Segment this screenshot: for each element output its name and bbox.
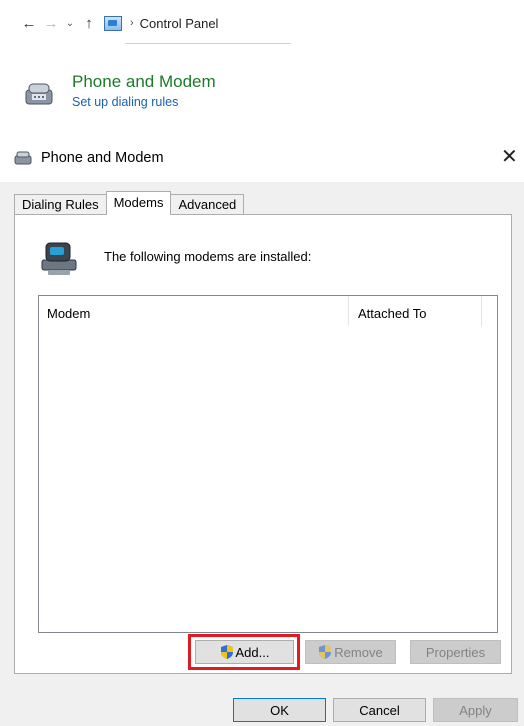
- column-divider[interactable]: [481, 296, 482, 326]
- phone-modem-icon: [25, 83, 53, 105]
- recent-locations-chevron-icon[interactable]: ⌄: [62, 18, 78, 29]
- forward-arrow-icon[interactable]: →: [40, 15, 62, 32]
- cp-item-title[interactable]: Phone and Modem: [72, 72, 216, 92]
- control-panel-icon: [104, 15, 122, 31]
- dialog-title: Phone and Modem: [41, 150, 164, 166]
- address-bar-underline: [125, 43, 291, 44]
- tab-strip: Dialing Rules Modems Advanced: [14, 191, 245, 215]
- cancel-button[interactable]: Cancel: [333, 698, 426, 722]
- column-header-attached-to[interactable]: Attached To: [358, 306, 426, 321]
- modem-icon: [41, 242, 77, 275]
- list-header: Modem Attached To: [39, 296, 497, 327]
- breadcrumb-control-panel[interactable]: Control Panel: [140, 16, 219, 31]
- apply-button[interactable]: Apply: [433, 698, 518, 722]
- installed-modems-label: The following modems are installed:: [104, 249, 312, 264]
- breadcrumb-separator-icon[interactable]: ›: [130, 17, 134, 29]
- address-bar: ← → ⌄ ↑ › Control Panel: [18, 12, 219, 34]
- uac-shield-icon: [319, 645, 332, 659]
- tab-advanced[interactable]: Advanced: [170, 194, 245, 215]
- column-header-modem[interactable]: Modem: [47, 306, 90, 321]
- tab-dialing-rules[interactable]: Dialing Rules: [14, 194, 107, 215]
- back-arrow-icon[interactable]: ←: [18, 15, 40, 32]
- set-up-dialing-rules-link[interactable]: Set up dialing rules: [72, 94, 216, 110]
- remove-button[interactable]: Remove: [305, 640, 396, 664]
- close-icon[interactable]: ✕: [501, 147, 518, 167]
- phone-and-modem-item[interactable]: Phone and Modem Set up dialing rules: [22, 72, 216, 110]
- properties-button[interactable]: Properties: [410, 640, 501, 664]
- add-button-highlight: [188, 634, 300, 670]
- phone-modem-small-icon: [14, 151, 32, 165]
- up-arrow-icon[interactable]: ↑: [78, 15, 100, 32]
- dialog-title-bar: Phone and Modem: [14, 150, 164, 166]
- modem-list[interactable]: Modem Attached To: [38, 295, 498, 633]
- tab-modems[interactable]: Modems: [105, 191, 172, 215]
- column-divider[interactable]: [348, 296, 349, 326]
- ok-button[interactable]: OK: [233, 698, 326, 722]
- remove-button-label: Remove: [334, 644, 383, 660]
